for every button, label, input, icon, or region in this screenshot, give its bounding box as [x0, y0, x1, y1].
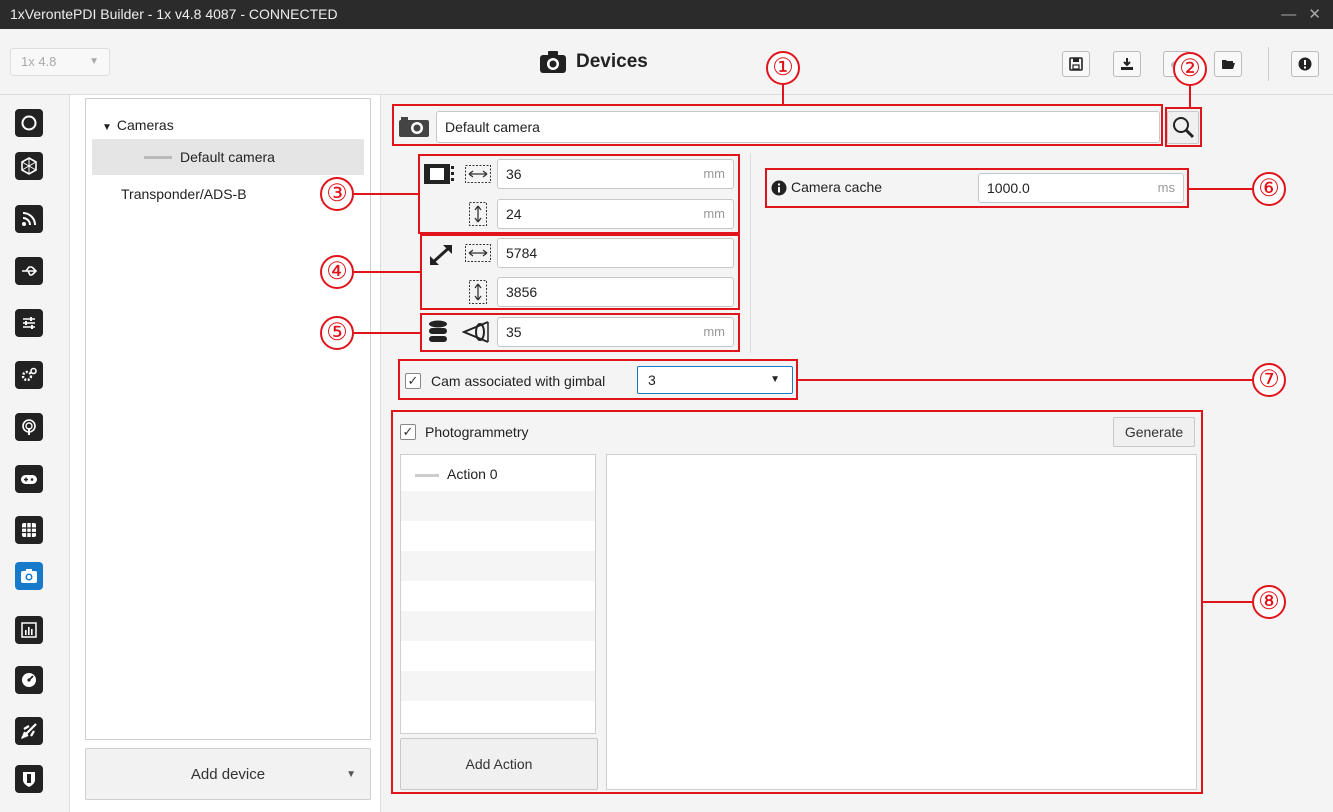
callout-line-3 [354, 193, 419, 195]
callout-line-4 [354, 271, 421, 273]
add-device-button[interactable]: Add device ▼ [85, 748, 371, 800]
callout-3: ③ [320, 177, 354, 211]
plane-icon [21, 723, 37, 739]
grid-icon [22, 523, 36, 537]
callout-line-7 [797, 379, 1252, 381]
annotation-box-5 [420, 313, 740, 352]
callout-4: ④ [320, 255, 354, 289]
dash-icon [144, 156, 172, 159]
annotation-box-6 [765, 168, 1189, 208]
callout-8: ⑧ [1252, 585, 1286, 619]
circle-icon [21, 115, 37, 131]
toolbar-divider [1268, 47, 1269, 81]
toolbar: 1x 4.8 ▼ Devices [0, 29, 1333, 95]
page-title-text: Devices [576, 51, 648, 72]
column-divider [750, 153, 751, 353]
callout-line-1 [782, 83, 784, 105]
annotation-box-1 [392, 104, 1163, 146]
tree-group-label: Cameras [116, 117, 174, 133]
sidebar-item-broadcast[interactable] [15, 413, 43, 441]
version-select-value: 1x 4.8 [21, 54, 57, 69]
annotation-box-2 [1165, 107, 1202, 147]
sliders-icon [23, 317, 35, 329]
sidebar-item-charts[interactable] [15, 616, 43, 644]
gauge-icon [22, 673, 36, 687]
window-titlebar: 1xVerontePDI Builder - 1x v4.8 4087 - CO… [0, 0, 1333, 29]
download-button[interactable] [1113, 51, 1141, 77]
sidebar [0, 95, 70, 812]
sidebar-item-flight[interactable] [15, 717, 43, 745]
callout-line-6 [1188, 188, 1252, 190]
shield-icon [23, 772, 35, 787]
gamepad-icon [21, 475, 37, 484]
broadcast-icon [22, 419, 36, 435]
annotation-box-3 [418, 154, 740, 234]
sidebar-item-grid[interactable] [15, 516, 43, 544]
sidebar-item-status[interactable] [15, 109, 43, 137]
chevron-down-icon: ▼ [89, 56, 99, 67]
sidebar-item-settings[interactable] [15, 361, 43, 389]
sidebar-item-security[interactable] [15, 765, 43, 793]
callout-line-2 [1189, 84, 1191, 108]
callout-2: ② [1173, 52, 1207, 86]
globe-icon [21, 157, 37, 175]
camera-icon [21, 569, 37, 583]
tree-item-transponder[interactable]: Transponder/ADS-B [121, 186, 247, 202]
callout-1: ① [766, 51, 800, 85]
callout-7: ⑦ [1252, 363, 1286, 397]
info-button[interactable] [1291, 51, 1319, 77]
sidebar-item-telemetry[interactable] [15, 205, 43, 233]
annotation-box-7 [398, 359, 798, 400]
sidebar-item-dashboard[interactable] [15, 666, 43, 694]
bar-chart-icon [21, 622, 37, 638]
sidebar-item-sliders[interactable] [15, 309, 43, 337]
usb-icon [22, 266, 38, 276]
annotation-box-8 [391, 410, 1203, 794]
annotation-box-4 [420, 234, 740, 310]
sidebar-item-gamepad[interactable] [15, 465, 43, 493]
gears-icon [21, 367, 37, 382]
rss-icon [22, 212, 36, 226]
download-icon [1121, 58, 1133, 70]
page-title: Devices [540, 51, 648, 73]
sidebar-item-geometry[interactable] [15, 152, 43, 180]
callout-6: ⑥ [1252, 172, 1286, 206]
tree-item-label: Default camera [180, 149, 275, 165]
open-folder-button[interactable] [1214, 51, 1242, 77]
save-button[interactable] [1062, 51, 1090, 77]
triangle-down-icon: ▼ [102, 122, 112, 133]
chevron-down-icon: ▼ [346, 769, 356, 780]
sidebar-item-usb[interactable] [15, 257, 43, 285]
folder-open-icon [1222, 60, 1235, 69]
callout-line-8 [1202, 601, 1252, 603]
save-icon [1069, 57, 1083, 71]
window-title: 1xVerontePDI Builder - 1x v4.8 4087 - CO… [10, 6, 338, 22]
version-select[interactable]: 1x 4.8 ▼ [10, 48, 110, 76]
add-device-label: Add device [190, 766, 266, 783]
camera-icon [540, 51, 566, 73]
callout-line-5 [354, 332, 421, 334]
tree-group-cameras[interactable]: ▼ Cameras [102, 117, 174, 133]
callout-5: ⑤ [320, 316, 354, 350]
exclamation-icon [1298, 57, 1312, 71]
tree-item-default-camera[interactable]: Default camera [92, 139, 364, 175]
window-controls[interactable]: — ✕ [1281, 0, 1325, 29]
sidebar-item-devices[interactable] [15, 562, 43, 590]
